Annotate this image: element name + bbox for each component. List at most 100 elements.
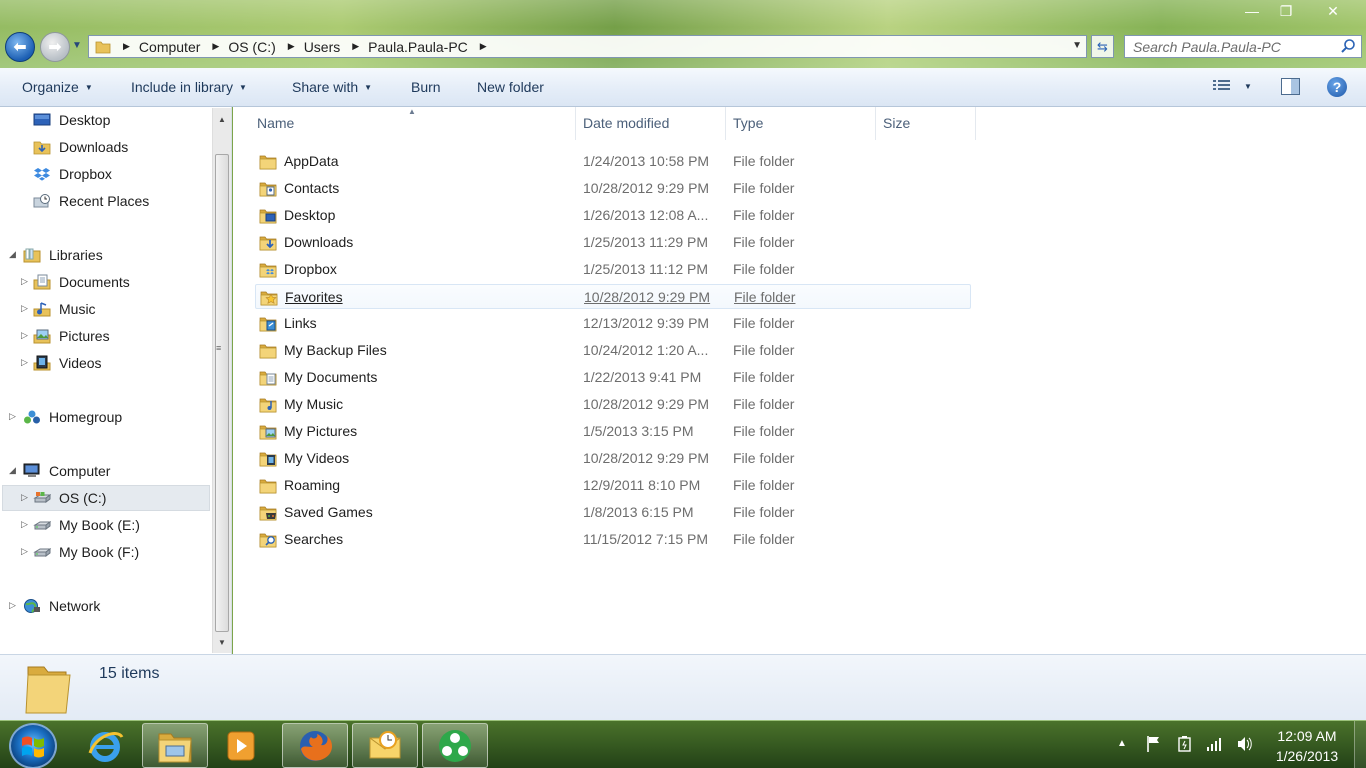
file-row[interactable]: Favorites 10/28/2012 9:29 PM File folder	[255, 284, 971, 309]
maximize-button[interactable]: ❐	[1270, 0, 1302, 22]
include-in-library-button[interactable]: Include in library ▼	[131, 79, 247, 95]
file-name[interactable]: Contacts	[284, 180, 339, 196]
nav-item-my-book-f[interactable]: ▷ My Book (F:)	[21, 540, 139, 564]
address-bar[interactable]: ▶ Computer ▶ OS (C:) ▶ Users ▶ Paula.Paula-P…	[88, 35, 1087, 58]
file-row[interactable]: My Music 10/28/2012 9:29 PM File folder	[255, 392, 971, 417]
collapsed-arrow-icon[interactable]: ▷	[21, 357, 28, 368]
file-name[interactable]: My Music	[284, 396, 343, 412]
file-name[interactable]: Desktop	[284, 207, 335, 223]
preview-pane-button[interactable]	[1281, 78, 1300, 95]
start-button[interactable]	[9, 723, 57, 768]
nav-item-desktop[interactable]: Desktop	[33, 108, 110, 132]
file-row[interactable]: Dropbox 1/25/2013 11:12 PM File folder	[255, 257, 971, 282]
nav-item-pictures[interactable]: ▷ Pictures	[21, 324, 110, 348]
show-desktop-button[interactable]	[1354, 721, 1366, 768]
forward-button[interactable]: ➡	[40, 32, 70, 62]
file-name[interactable]: Favorites	[285, 289, 343, 305]
taskbar-green-app[interactable]	[422, 723, 488, 768]
scroll-up-icon[interactable]: ▲	[213, 110, 231, 128]
help-button[interactable]: ?	[1327, 77, 1347, 97]
change-view-button[interactable]	[1212, 78, 1232, 94]
collapsed-arrow-icon[interactable]: ▷	[9, 411, 16, 422]
file-name[interactable]: Links	[284, 315, 317, 331]
nav-item-libraries[interactable]: ◢ Libraries	[9, 243, 103, 267]
taskbar-firefox[interactable]	[282, 723, 348, 768]
show-hidden-icons-button[interactable]: ▲	[1117, 738, 1127, 749]
taskbar-internet-explorer[interactable]	[72, 723, 138, 768]
nav-item-documents[interactable]: ▷ Documents	[21, 270, 130, 294]
nav-item-downloads[interactable]: Downloads	[33, 135, 128, 159]
file-row[interactable]: AppData 1/24/2013 10:58 PM File folder	[255, 149, 971, 174]
collapsed-arrow-icon[interactable]: ▷	[21, 330, 28, 341]
nav-item-computer[interactable]: ◢ Computer	[9, 459, 110, 483]
file-name[interactable]: Roaming	[284, 477, 340, 493]
scroll-down-icon[interactable]: ▼	[213, 633, 231, 651]
close-button[interactable]: ✕	[1304, 0, 1362, 22]
burn-button[interactable]: Burn	[411, 79, 441, 95]
nav-item-videos[interactable]: ▷ Videos	[21, 351, 102, 375]
file-name[interactable]: My Documents	[284, 369, 377, 385]
network-signal-icon[interactable]	[1206, 736, 1224, 752]
column-header-name[interactable]: Name	[257, 115, 294, 137]
collapsed-arrow-icon[interactable]: ▷	[21, 303, 28, 314]
file-name[interactable]: AppData	[284, 153, 338, 169]
nav-item-homegroup[interactable]: ▷ Homegroup	[9, 405, 122, 429]
file-name[interactable]: Searches	[284, 531, 343, 547]
recent-pages-button[interactable]: ▼	[72, 40, 82, 51]
organize-button[interactable]: Organize ▼	[22, 79, 93, 95]
file-name[interactable]: Saved Games	[284, 504, 373, 520]
new-folder-button[interactable]: New folder	[477, 79, 544, 95]
column-divider[interactable]	[575, 107, 576, 140]
breadcrumb-paula[interactable]: ▶ Paula.Paula-PC ▶	[340, 39, 495, 55]
back-button[interactable]: ⬅	[5, 32, 35, 62]
minimize-button[interactable]: —	[1236, 0, 1268, 22]
breadcrumb-os-c[interactable]: ▶ OS (C:)	[200, 39, 275, 55]
search-icon[interactable]	[1340, 38, 1356, 54]
column-header-type[interactable]: Type	[733, 115, 763, 137]
file-name[interactable]: Dropbox	[284, 261, 337, 277]
column-divider[interactable]	[725, 107, 726, 140]
collapsed-arrow-icon[interactable]: ▷	[21, 519, 28, 530]
taskbar-media-player[interactable]	[208, 723, 274, 768]
share-with-button[interactable]: Share with ▼	[292, 79, 372, 95]
file-row[interactable]: Desktop 1/26/2013 12:08 A... File folder	[255, 203, 971, 228]
collapsed-arrow-icon[interactable]: ▷	[21, 276, 28, 287]
file-row[interactable]: Searches 11/15/2012 7:15 PM File folder	[255, 527, 971, 552]
column-header-date-modified[interactable]: Date modified	[583, 115, 669, 137]
scrollbar-thumb[interactable]	[215, 154, 229, 632]
refresh-button[interactable]: ⇆	[1091, 35, 1114, 58]
file-row[interactable]: My Videos 10/28/2012 9:29 PM File folder	[255, 446, 971, 471]
file-row[interactable]: Links 12/13/2012 9:39 PM File folder	[255, 311, 971, 336]
file-name[interactable]: My Pictures	[284, 423, 357, 439]
file-row[interactable]: My Documents 1/22/2013 9:41 PM File folder	[255, 365, 971, 390]
nav-item-os-c[interactable]: ▷ OS (C:)	[21, 486, 106, 510]
nav-item-recent-places[interactable]: Recent Places	[33, 189, 149, 213]
collapsed-arrow-icon[interactable]: ▷	[21, 492, 28, 503]
breadcrumb-users[interactable]: ▶ Users	[276, 39, 340, 55]
nav-item-my-book-e[interactable]: ▷ My Book (E:)	[21, 513, 140, 537]
file-name[interactable]: My Videos	[284, 450, 349, 466]
file-row[interactable]: Contacts 10/28/2012 9:29 PM File folder	[255, 176, 971, 201]
file-name[interactable]: Downloads	[284, 234, 353, 250]
action-center-flag-icon[interactable]	[1146, 735, 1162, 753]
file-row[interactable]: My Backup Files 10/24/2012 1:20 A... File …	[255, 338, 971, 363]
column-divider[interactable]	[875, 107, 876, 140]
view-options-dropdown-icon[interactable]: ▼	[1244, 82, 1252, 91]
collapsed-arrow-icon[interactable]: ▷	[9, 600, 16, 611]
breadcrumb-computer[interactable]: ▶ Computer	[111, 39, 200, 55]
navigation-scrollbar[interactable]: ▲ ≡ ▼	[212, 108, 231, 653]
nav-item-music[interactable]: ▷ Music	[21, 297, 96, 321]
system-clock[interactable]: 12:09 AM 1/26/2013	[1270, 726, 1344, 766]
file-row[interactable]: Roaming 12/9/2011 8:10 PM File folder	[255, 473, 971, 498]
nav-item-dropbox[interactable]: Dropbox	[33, 162, 112, 186]
volume-icon[interactable]	[1236, 735, 1254, 753]
taskbar-outlook[interactable]	[352, 723, 418, 768]
nav-item-network[interactable]: ▷ Network	[9, 594, 100, 618]
address-dropdown-icon[interactable]: ▼	[1072, 40, 1082, 51]
column-divider[interactable]	[975, 107, 976, 140]
file-name[interactable]: My Backup Files	[284, 342, 387, 358]
expanded-arrow-icon[interactable]: ◢	[9, 465, 16, 476]
battery-icon[interactable]	[1176, 735, 1194, 753]
column-header-size[interactable]: Size	[883, 115, 910, 137]
search-box[interactable]	[1124, 35, 1362, 58]
